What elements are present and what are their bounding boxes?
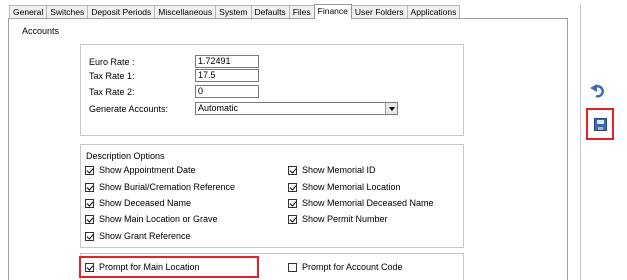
tab-miscellaneous[interactable]: Miscellaneous: [154, 5, 217, 19]
tab-bar: General Switches Deposit Periods Miscell…: [9, 4, 461, 19]
tax-rate-1-field[interactable]: 17.5: [195, 69, 259, 82]
checkbox-box[interactable]: [288, 214, 297, 224]
checkbox-label: Show Grant Reference: [99, 231, 191, 241]
tab-files[interactable]: Files: [288, 5, 315, 19]
checkbox-label: Show Memorial Deceased Name: [302, 198, 434, 208]
tab-finance[interactable]: Finance: [313, 4, 352, 19]
undo-button[interactable]: [588, 81, 608, 101]
checkbox-box[interactable]: [288, 262, 297, 272]
prompt-account-code-checkbox[interactable]: Prompt for Account Code: [288, 262, 403, 272]
tax-rate-2-label: Tax Rate 2:: [89, 87, 135, 97]
description-options-title: Description Options: [86, 151, 165, 161]
panel-title: Accounts: [22, 26, 60, 36]
show-memorial-location-checkbox[interactable]: Show Memorial Location: [288, 182, 401, 192]
side-toolbar: [580, 4, 627, 280]
tab-applications[interactable]: Applications: [406, 5, 461, 19]
tax-rate-2-field[interactable]: 0: [195, 85, 259, 98]
tab-general[interactable]: General: [9, 5, 48, 19]
generate-accounts-label: Generate Accounts:: [89, 104, 169, 114]
checkbox-box[interactable]: [85, 165, 94, 175]
highlight-box: [79, 256, 259, 278]
checkbox-box[interactable]: [85, 231, 94, 241]
checkbox-label: Show Main Location or Grave: [99, 214, 218, 224]
show-permit-number-checkbox[interactable]: Show Permit Number: [288, 214, 388, 224]
show-grant-reference-checkbox[interactable]: Show Grant Reference: [85, 231, 191, 241]
dropdown-button[interactable]: [385, 103, 397, 114]
rates-group: [80, 44, 464, 136]
save-icon: [593, 117, 607, 131]
show-memorial-deceased-name-checkbox[interactable]: Show Memorial Deceased Name: [288, 198, 434, 208]
chevron-down-icon: [388, 106, 395, 111]
checkbox-box[interactable]: [85, 182, 94, 192]
checkbox-label: Show Memorial Location: [302, 182, 401, 192]
show-appointment-date-checkbox[interactable]: Show Appointment Date: [85, 165, 196, 175]
checkbox-label: Show Memorial ID: [302, 165, 376, 175]
checkbox-box[interactable]: [288, 198, 297, 208]
checkbox-label: Show Burial/Cremation Reference: [99, 182, 236, 192]
checkbox-box[interactable]: [288, 182, 297, 192]
tax-rate-1-label: Tax Rate 1:: [89, 71, 135, 81]
tab-defaults[interactable]: Defaults: [250, 5, 290, 19]
tab-switches[interactable]: Switches: [46, 5, 89, 19]
euro-rate-label: Euro Rate :: [89, 57, 135, 67]
checkbox-label: Prompt for Account Code: [302, 262, 403, 272]
checkbox-label: Show Deceased Name: [99, 198, 192, 208]
save-button[interactable]: [586, 108, 614, 140]
euro-rate-field[interactable]: 1.72491: [195, 55, 259, 68]
checkbox-box[interactable]: [85, 198, 94, 208]
tab-system[interactable]: System: [215, 5, 252, 19]
checkbox-label: Show Appointment Date: [99, 165, 196, 175]
checkbox-box[interactable]: [288, 165, 297, 175]
show-memorial-id-checkbox[interactable]: Show Memorial ID: [288, 165, 376, 175]
checkbox-box[interactable]: [85, 214, 94, 224]
show-burial-cremation-reference-checkbox[interactable]: Show Burial/Cremation Reference: [85, 182, 235, 192]
tab-deposit-periods[interactable]: Deposit Periods: [87, 5, 156, 19]
show-main-location-or-grave-checkbox[interactable]: Show Main Location or Grave: [85, 214, 218, 224]
checkbox-label: Show Permit Number: [302, 214, 388, 224]
generate-accounts-value: Automatic: [198, 103, 239, 113]
show-deceased-name-checkbox[interactable]: Show Deceased Name: [85, 198, 191, 208]
generate-accounts-select[interactable]: Automatic: [195, 102, 398, 115]
tab-user-folders[interactable]: User Folders: [350, 5, 408, 19]
undo-icon: [590, 84, 604, 98]
